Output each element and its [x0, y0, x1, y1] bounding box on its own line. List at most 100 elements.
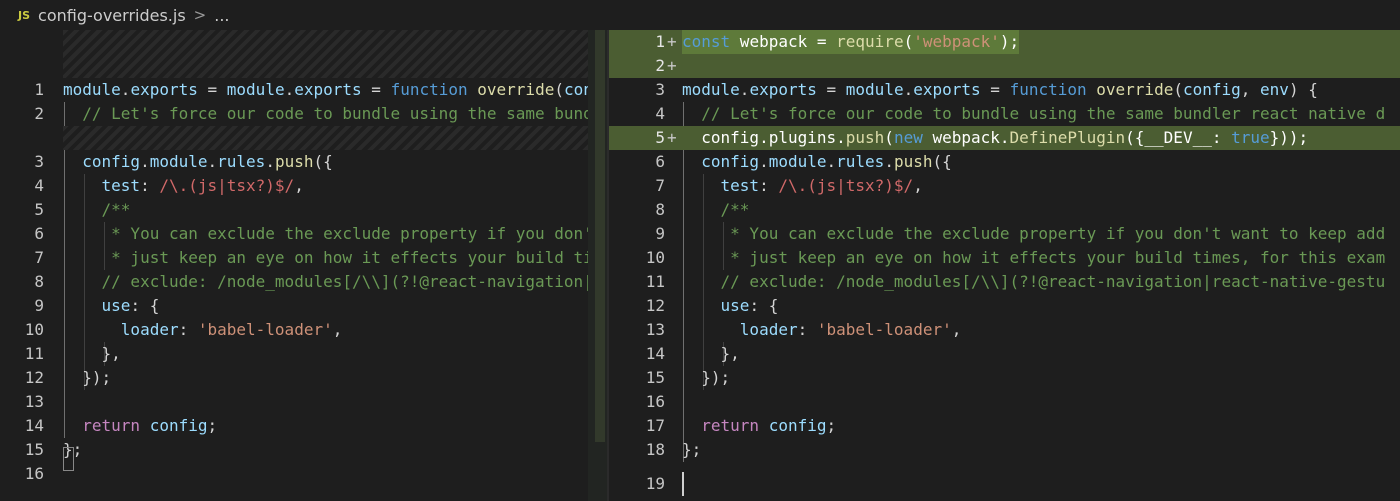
line-number: 12	[24, 368, 44, 387]
diff-added-marker: +	[667, 128, 677, 147]
code-text: loader: 'babel-loader',	[120, 320, 343, 339]
code-text: use: {	[101, 296, 160, 315]
line-number: 3	[655, 80, 665, 99]
line-number: 18	[645, 440, 665, 459]
code-text: });	[682, 368, 731, 387]
code-line: 15 };	[0, 438, 607, 462]
breadcrumb-more[interactable]: ...	[214, 6, 229, 25]
code-text: /**	[682, 200, 750, 219]
code-text: * You can exclude the exclude property i…	[682, 224, 1386, 243]
code-text: config.module.rules.push({	[82, 152, 333, 171]
code-line: 1 module.exports = module.exports = func…	[0, 78, 607, 102]
code-line: 14 },	[609, 342, 1400, 366]
line-number: 13	[645, 320, 665, 339]
line-number: 15	[24, 440, 44, 459]
line-number: 10	[24, 320, 44, 339]
code-line: 6 config.module.rules.push({	[609, 150, 1400, 174]
code-line: 5 /**	[0, 198, 607, 222]
diff-editor: JS config-overrides.js > ... 1 module.ex…	[0, 0, 1400, 501]
code-line: 4 // Let's force our code to bundle usin…	[609, 102, 1400, 126]
diff-added-marker: +	[667, 56, 677, 75]
code-text: return config;	[82, 416, 218, 435]
modified-pane[interactable]: 1 + const webpack = require('webpack'); …	[609, 30, 1400, 501]
code-line: 4 test: /\.(js|tsx?)$/,	[0, 174, 607, 198]
code-line: 11 // exclude: /node_modules[/\\](?!@rea…	[609, 270, 1400, 294]
line-number: 14	[645, 344, 665, 363]
breadcrumb-file[interactable]: config-overrides.js	[38, 6, 186, 25]
line-number: 19	[645, 474, 665, 493]
original-pane[interactable]: 1 module.exports = module.exports = func…	[0, 30, 607, 501]
line-number: 16	[645, 392, 665, 411]
diff-added-marker: +	[667, 32, 677, 51]
code-text: // exclude: /node_modules[/\\](?!@react-…	[682, 272, 1386, 291]
code-line: 13 loader: 'babel-loader',	[609, 318, 1400, 342]
code-text: // Let's force our code to bundle using …	[682, 104, 1386, 123]
line-number: 11	[24, 344, 44, 363]
code-text: config.module.rules.push({	[701, 152, 952, 171]
line-number: 2	[34, 104, 44, 123]
line-number: 14	[24, 416, 44, 435]
code-line: 13	[0, 390, 607, 414]
code-line: 12 use: {	[609, 294, 1400, 318]
line-number: 6	[655, 152, 665, 171]
diff-placeholder-hatch	[63, 30, 590, 78]
line-number: 4	[34, 176, 44, 195]
code-line: 9 use: {	[0, 294, 607, 318]
line-number: 6	[34, 224, 44, 243]
code-line: 10 loader: 'babel-loader',	[0, 318, 607, 342]
code-line: 14 return config;	[0, 414, 607, 438]
line-number: 5	[655, 128, 665, 147]
code-text: loader: 'babel-loader',	[739, 320, 962, 339]
code-line: 12 });	[0, 366, 607, 390]
text-cursor	[682, 472, 684, 496]
code-text: });	[63, 368, 112, 387]
line-number: 8	[34, 272, 44, 291]
code-line: 3 module.exports = module.exports = func…	[609, 78, 1400, 102]
line-number: 13	[24, 392, 44, 411]
line-number: 17	[645, 416, 665, 435]
line-number: 16	[24, 464, 44, 483]
code-text: * just keep an eye on how it effects you…	[682, 248, 1386, 267]
code-text: config.plugins.push(new webpack.DefinePl…	[682, 128, 1309, 147]
line-number: 2	[655, 56, 665, 75]
line-number: 11	[645, 272, 665, 291]
line-number: 1	[655, 32, 665, 51]
code-text: module.exports = module.exports = functi…	[63, 80, 593, 99]
bracket-match-highlight	[63, 447, 74, 471]
code-line: 9 * You can exclude the exclude property…	[609, 222, 1400, 246]
code-text: /**	[63, 200, 131, 219]
code-text: };	[682, 440, 702, 459]
code-line: 8 // exclude: /node_modules[/\\](?!@reac…	[0, 270, 607, 294]
overview-ruler-marker	[595, 30, 605, 442]
diff-placeholder-hatch	[63, 126, 590, 150]
code-text: * just keep an eye on how it effects you…	[63, 248, 593, 267]
line-number: 3	[34, 152, 44, 171]
code-line: 7 * just keep an eye on how it effects y…	[0, 246, 607, 270]
code-text: // Let's force our code to bundle using …	[63, 104, 593, 123]
line-number: 10	[645, 248, 665, 267]
code-line: 7 test: /\.(js|tsx?)$/,	[609, 174, 1400, 198]
line-number: 9	[655, 224, 665, 243]
line-number: 5	[34, 200, 44, 219]
code-text: use: {	[720, 296, 779, 315]
code-line: 6 * You can exclude the exclude property…	[0, 222, 607, 246]
javascript-file-icon: JS	[18, 8, 31, 22]
breadcrumb: JS config-overrides.js > ...	[0, 0, 1400, 30]
line-number: 1	[34, 80, 44, 99]
code-line-added: 2 +	[609, 54, 1400, 78]
code-line: 2 // Let's force our code to bundle usin…	[0, 102, 607, 126]
code-text: test: /\.(js|tsx?)$/,	[720, 176, 923, 195]
code-text: module.exports = module.exports = functi…	[682, 80, 1318, 99]
code-text: // exclude: /node_modules[/\\](?!@react-…	[63, 272, 593, 291]
code-line: 11 },	[0, 342, 607, 366]
line-number: 9	[34, 296, 44, 315]
code-line: 16	[0, 462, 607, 486]
code-line: 16	[609, 390, 1400, 414]
code-line: 15 });	[609, 366, 1400, 390]
code-line: 3 config.module.rules.push({	[0, 150, 607, 174]
line-number: 8	[655, 200, 665, 219]
chevron-right-icon: >	[193, 6, 207, 24]
code-text: * You can exclude the exclude property i…	[63, 224, 593, 243]
code-text: const webpack = require('webpack');	[682, 30, 1020, 54]
code-line-added: 5 + config.plugins.push(new webpack.Defi…	[609, 126, 1400, 150]
